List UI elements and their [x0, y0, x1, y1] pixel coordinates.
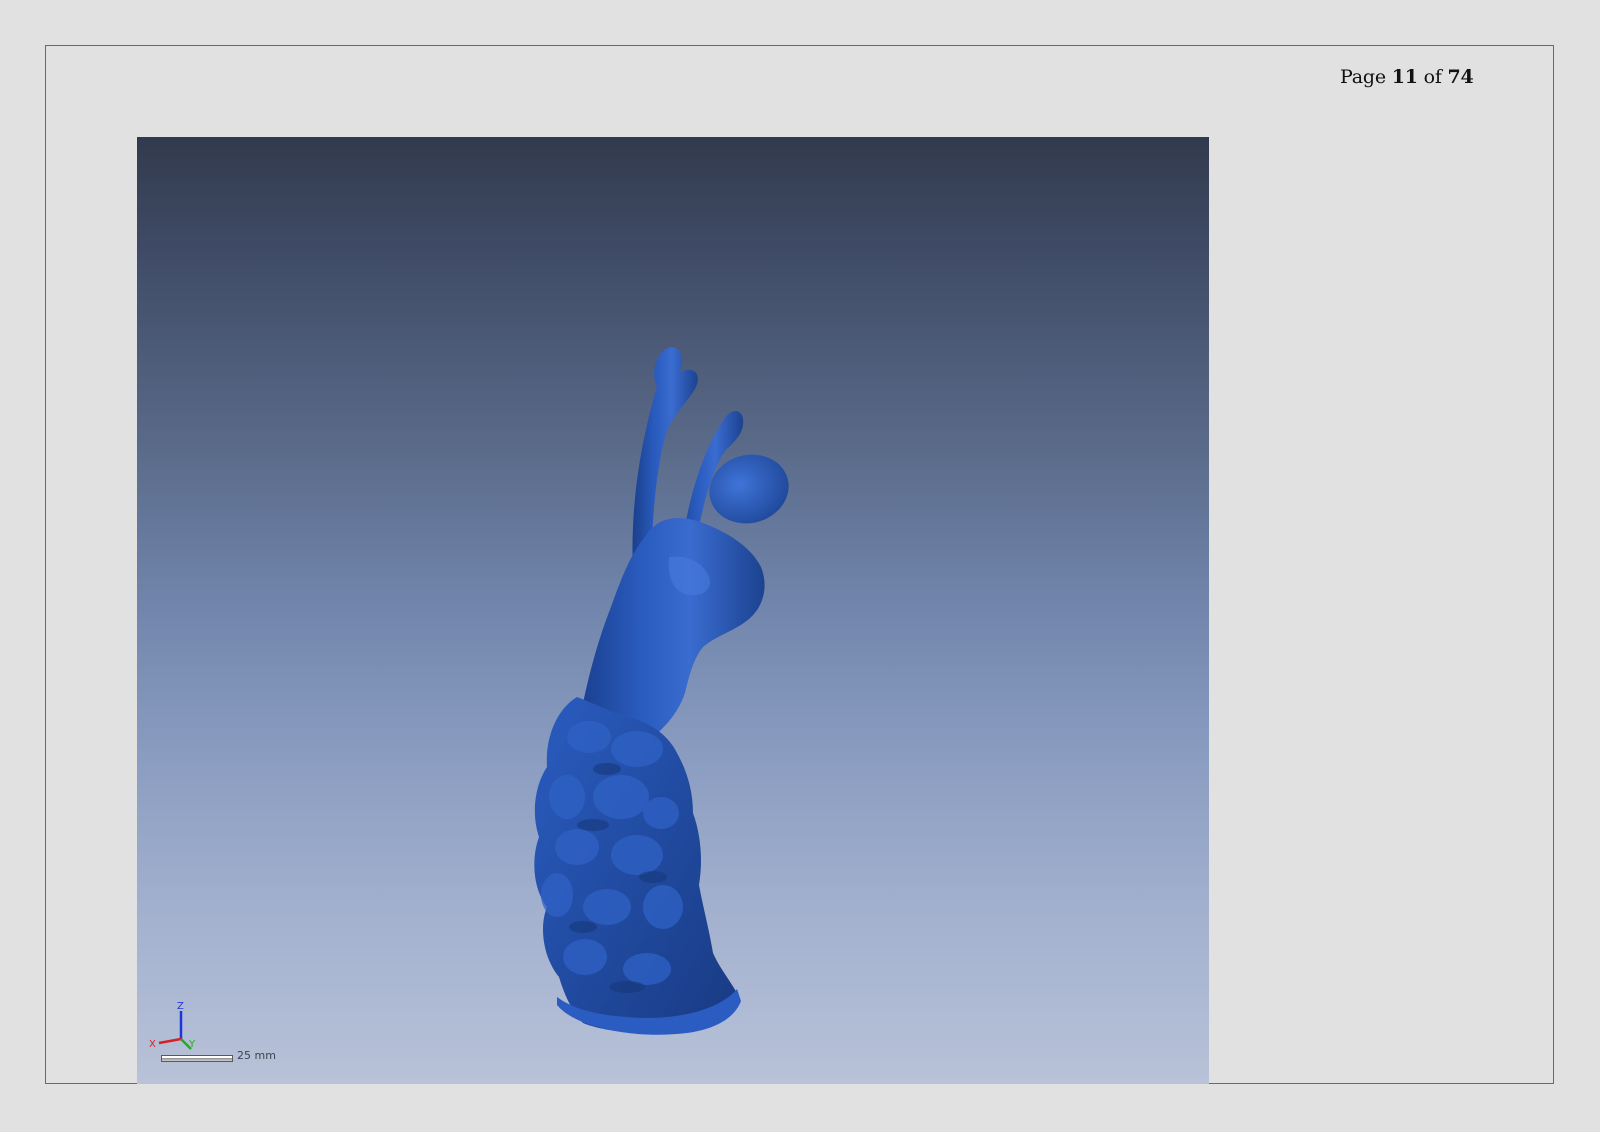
axis-y-label: Y	[188, 1039, 196, 1050]
scale-label: 25 mm	[237, 1049, 276, 1062]
scale-bar	[161, 1055, 233, 1062]
page-prefix: Page	[1340, 66, 1386, 88]
3d-viewport[interactable]: Z X Y 25 mm	[137, 137, 1209, 1084]
axis-z-label: Z	[177, 1001, 184, 1012]
page-number: Page 11 of 74	[1340, 66, 1474, 88]
sculpture-model[interactable]	[137, 137, 1209, 1084]
axis-x-label: X	[149, 1039, 156, 1050]
current-page: 11	[1391, 66, 1418, 88]
total-pages: 74	[1447, 66, 1474, 88]
axis-triad: Z X Y	[149, 1001, 196, 1050]
of-label: of	[1423, 66, 1442, 88]
